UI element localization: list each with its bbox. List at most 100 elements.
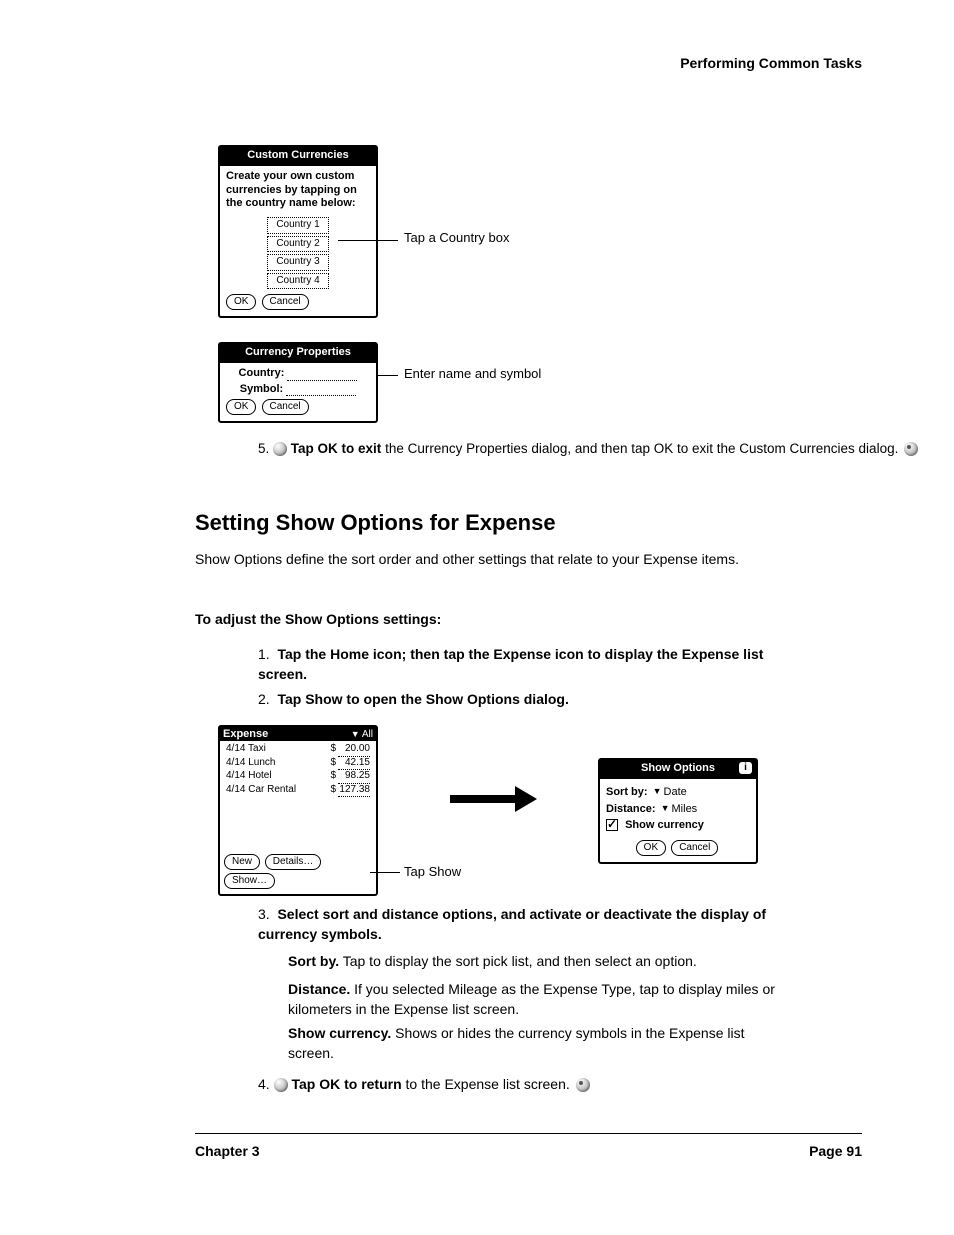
amount-value: 42.15 [338, 757, 370, 771]
step-5-lead: Tap OK to exit [291, 441, 382, 456]
currency-symbol: $ [330, 743, 336, 754]
currency-properties-cancel-button[interactable]: Cancel [262, 399, 309, 415]
callout-line [378, 375, 398, 376]
amount-value: 98.25 [338, 770, 370, 784]
done-icon [576, 1078, 590, 1092]
currency-properties-title: Currency Properties [220, 344, 376, 363]
step-3: 3. Select sort and distance options, and… [258, 905, 798, 944]
distance-label: Distance: [606, 803, 656, 815]
filter-value: All [362, 729, 373, 740]
sort-by-selector[interactable]: ▼Date [651, 786, 687, 798]
currency-properties-dialog: Currency Properties Country: Symbol: OK … [218, 342, 378, 423]
sort-by-term: Sort by. [288, 953, 339, 969]
show-currency-term: Show currency. [288, 1025, 391, 1041]
step-5-number: 5. [258, 441, 269, 456]
show-options-ok-button[interactable]: OK [636, 840, 666, 856]
custom-currencies-dialog: Custom Currencies Create your own custom… [218, 145, 378, 318]
expense-row[interactable]: 4/14 Car Rental $127.38 [226, 784, 370, 798]
country-3-button[interactable]: Country 3 [267, 254, 329, 271]
step-4-lead: Tap OK to return [291, 1076, 401, 1092]
custom-currencies-cancel-button[interactable]: Cancel [262, 294, 309, 310]
callout-line [370, 872, 400, 873]
callout-line [338, 240, 398, 241]
custom-currencies-ok-button[interactable]: OK [226, 294, 256, 310]
done-icon [904, 442, 918, 456]
step-3-number: 3. [258, 906, 270, 922]
country-4-button[interactable]: Country 4 [267, 273, 329, 290]
expense-list: 4/14 Taxi $20.00 4/14 Lunch $42.15 4/14 … [220, 741, 376, 851]
expense-row[interactable]: 4/14 Taxi $20.00 [226, 743, 370, 757]
sort-by-value: Date [664, 786, 687, 798]
step-3-distance: Distance. If you selected Mileage as the… [288, 980, 788, 1019]
expense-show-callout: Tap Show [404, 863, 461, 881]
section-heading: Setting Show Options for Expense [195, 510, 556, 536]
show-currency-checkbox[interactable] [606, 819, 618, 831]
show-currency-label: Show currency [625, 819, 704, 831]
step-3-currency: Show currency. Shows or hides the curren… [288, 1024, 788, 1063]
dropdown-icon: ▼ [653, 786, 662, 797]
step-3-text: Select sort and distance options, and ac… [258, 906, 766, 942]
expense-app-screen: Expense ▼ All 4/14 Taxi $20.00 4/14 Lunc… [218, 725, 378, 896]
step-2-text: Tap Show to open the Show Options dialog… [277, 691, 568, 707]
footer-chapter: Chapter 3 [195, 1143, 260, 1159]
currency-symbol: $ [330, 757, 336, 768]
step-2: 2. Tap Show to open the Show Options dia… [258, 690, 778, 710]
tap-icon [273, 442, 287, 456]
step-4-body: to the Expense list screen. [402, 1076, 570, 1092]
expense-desc: 4/14 Lunch [226, 757, 276, 771]
step-4-number: 4. [258, 1076, 270, 1092]
step-5-body: the Currency Properties dialog, and then… [381, 441, 898, 456]
custom-currencies-callout: Tap a Country box [404, 229, 510, 247]
custom-currencies-instructions: Create your own custom currencies by tap… [226, 170, 370, 211]
show-options-cancel-button[interactable]: Cancel [671, 840, 718, 856]
expense-details-button[interactable]: Details… [265, 854, 322, 870]
country-2-button[interactable]: Country 2 [267, 236, 329, 253]
expense-app-title: Expense [223, 728, 268, 740]
step-5: 5. Tap OK to exit the Currency Propertie… [258, 440, 918, 459]
distance-selector[interactable]: ▼Miles [659, 803, 698, 815]
country-field[interactable] [287, 371, 357, 381]
distance-description: If you selected Mileage as the Expense T… [288, 981, 775, 1017]
footer-page: Page 91 [809, 1143, 862, 1159]
expense-desc: 4/14 Taxi [226, 743, 266, 757]
show-currency-row[interactable]: Show currency [606, 819, 750, 833]
custom-currencies-title: Custom Currencies [220, 147, 376, 166]
step-3-sort: Sort by. Tap to display the sort pick li… [288, 952, 778, 972]
dropdown-icon: ▼ [351, 729, 360, 739]
page-header-right: Performing Common Tasks [680, 55, 862, 71]
procedure-lead: To adjust the Show Options settings: [195, 610, 441, 630]
show-options-title-bar: Show Options i [600, 760, 756, 779]
currency-properties-ok-button[interactable]: OK [226, 399, 256, 415]
show-options-title: Show Options [641, 762, 715, 774]
symbol-label: Symbol: [240, 383, 283, 395]
step-1: 1. Tap the Home icon; then tap the Expen… [258, 645, 778, 684]
distance-term: Distance. [288, 981, 350, 997]
tap-icon [274, 1078, 288, 1092]
currency-symbol: $ [330, 770, 336, 781]
country-1-button[interactable]: Country 1 [267, 217, 329, 234]
show-options-dialog: Show Options i Sort by: ▼Date Distance: … [598, 758, 758, 864]
info-icon[interactable]: i [739, 762, 752, 774]
section-intro: Show Options define the sort order and o… [195, 550, 765, 570]
expense-desc: 4/14 Car Rental [226, 784, 296, 798]
step-4: 4. Tap OK to return to the Expense list … [258, 1075, 798, 1095]
arrow-icon [450, 790, 540, 808]
amount-value: 20.00 [338, 743, 370, 757]
country-label: Country: [239, 367, 285, 379]
expense-desc: 4/14 Hotel [226, 770, 272, 784]
expense-category-filter[interactable]: ▼ All [351, 729, 373, 740]
currency-properties-callout: Enter name and symbol [404, 365, 541, 383]
footer-rule [195, 1133, 862, 1134]
expense-row[interactable]: 4/14 Hotel $98.25 [226, 770, 370, 784]
step-1-text: Tap the Home icon; then tap the Expense … [258, 646, 763, 682]
sort-by-label: Sort by: [606, 786, 648, 798]
distance-value: Miles [672, 803, 698, 815]
symbol-field[interactable] [286, 386, 356, 396]
sort-by-description: Tap to display the sort pick list, and t… [339, 953, 697, 969]
amount-value: 127.38 [338, 784, 370, 798]
expense-new-button[interactable]: New [224, 854, 260, 870]
expense-show-button[interactable]: Show… [224, 873, 275, 889]
currency-symbol: $ [330, 784, 336, 795]
expense-row[interactable]: 4/14 Lunch $42.15 [226, 757, 370, 771]
dropdown-icon: ▼ [661, 803, 670, 814]
